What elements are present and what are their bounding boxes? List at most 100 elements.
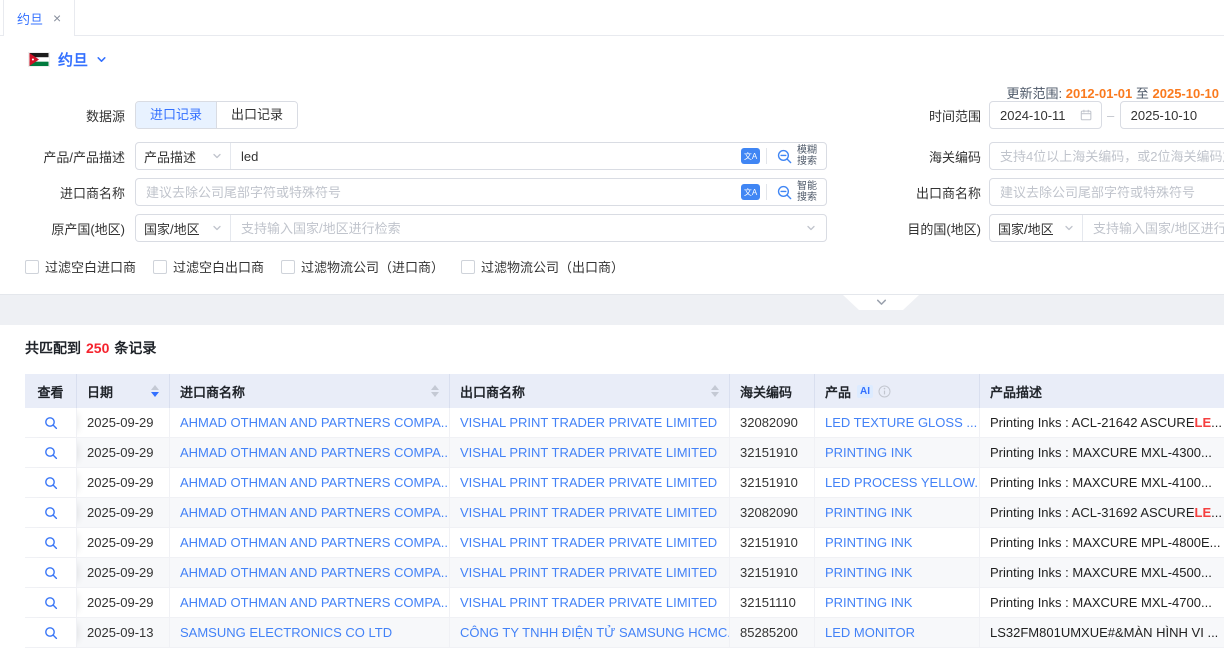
view-record-button[interactable] (25, 408, 77, 437)
sort-asc-icon[interactable] (711, 385, 719, 390)
checkbox-icon[interactable] (153, 260, 167, 274)
translate-icon[interactable]: 文A (741, 148, 760, 164)
sort-desc-icon[interactable] (431, 392, 439, 397)
exporter-input[interactable] (990, 179, 1224, 205)
table-row: 2025-09-29 AHMAD OTHMAN AND PARTNERS COM… (25, 408, 1224, 438)
sort-desc-icon[interactable] (151, 392, 159, 397)
description-text: Printing Inks : ACL-21642 ASCURE (990, 415, 1195, 430)
checkbox-filter-blank-exporter[interactable]: 过滤空白出口商 (153, 257, 264, 276)
column-header-date[interactable]: 日期 (77, 374, 170, 408)
checkbox-icon[interactable] (461, 260, 475, 274)
product-link[interactable]: LED TEXTURE GLOSS ... (815, 408, 980, 437)
hs-code-cell: 32151110 (730, 588, 815, 617)
product-link[interactable]: PRINTING INK (815, 558, 980, 587)
results-panel: 共匹配到250条记录 查看 日期 进口商名称 出口商名称 海关编码 (0, 325, 1224, 649)
product-link[interactable]: LED PROCESS YELLOW... (815, 468, 980, 497)
checkbox-filter-logistics-exporter[interactable]: 过滤物流公司（出口商） (461, 257, 624, 276)
hs-code-cell: 32082090 (730, 498, 815, 527)
export-records-tab[interactable]: 出口记录 (216, 102, 297, 128)
smart-search-line2: 搜索 (797, 192, 817, 204)
checkbox-icon[interactable] (25, 260, 39, 274)
date-start-input[interactable] (1000, 108, 1080, 123)
importer-link[interactable]: AHMAD OTHMAN AND PARTNERS COMPA... (170, 588, 450, 617)
description-cell: LS32FM801UMXUE#&MÀN HÌNH VI ... (980, 618, 1224, 647)
search-icon (44, 536, 58, 550)
importer-link[interactable]: AHMAD OTHMAN AND PARTNERS COMPA... (170, 438, 450, 467)
smart-search-button[interactable]: 智能搜索 (767, 179, 826, 205)
destination-input[interactable] (1083, 215, 1224, 241)
product-link[interactable]: LED MONITOR (815, 618, 980, 647)
exporter-link[interactable]: VISHAL PRINT TRADER PRIVATE LIMITED (450, 528, 730, 557)
product-keyword-input[interactable] (231, 143, 739, 169)
collapse-panel-handle[interactable] (843, 295, 919, 310)
sort-asc-icon[interactable] (151, 385, 159, 390)
description-highlight: LE (1195, 415, 1212, 430)
product-link[interactable]: PRINTING INK (815, 588, 980, 617)
exporter-link[interactable]: CÔNG TY TNHH ĐIỆN TỬ SAMSUNG HCMC... (450, 618, 730, 647)
date-cell: 2025-09-29 (77, 438, 170, 467)
origin-input[interactable] (231, 215, 806, 241)
view-record-button[interactable] (25, 498, 77, 527)
product-link[interactable]: PRINTING INK (815, 498, 980, 527)
origin-type-select[interactable]: 国家/地区 (136, 215, 231, 241)
info-icon[interactable] (878, 385, 891, 398)
chevron-down-icon[interactable] (806, 223, 816, 233)
checkbox-filter-blank-importer[interactable]: 过滤空白进口商 (25, 257, 136, 276)
exporter-link[interactable]: VISHAL PRINT TRADER PRIVATE LIMITED (450, 438, 730, 467)
import-records-tab[interactable]: 进口记录 (136, 102, 216, 128)
importer-link[interactable]: AHMAD OTHMAN AND PARTNERS COMPA... (170, 558, 450, 587)
exporter-link[interactable]: VISHAL PRINT TRADER PRIVATE LIMITED (450, 558, 730, 587)
view-record-button[interactable] (25, 558, 77, 587)
view-record-button[interactable] (25, 528, 77, 557)
search-icon (44, 476, 58, 490)
product-type-value: 产品描述 (144, 147, 196, 166)
tab-title: 约旦 (17, 9, 43, 28)
checkbox-label: 过滤物流公司（进口商） (301, 257, 444, 276)
view-record-button[interactable] (25, 618, 77, 647)
view-record-button[interactable] (25, 468, 77, 497)
product-link[interactable]: PRINTING INK (815, 438, 980, 467)
destination-field-group: 国家/地区 (989, 214, 1224, 242)
exporter-link[interactable]: VISHAL PRINT TRADER PRIVATE LIMITED (450, 498, 730, 527)
importer-link[interactable]: AHMAD OTHMAN AND PARTNERS COMPA... (170, 408, 450, 437)
sort-desc-icon[interactable] (711, 392, 719, 397)
sort-control-exporter[interactable] (705, 385, 719, 397)
importer-link[interactable]: AHMAD OTHMAN AND PARTNERS COMPA... (170, 468, 450, 497)
ai-badge: AI (857, 385, 873, 398)
importer-input[interactable] (136, 179, 739, 205)
destination-type-select[interactable]: 国家/地区 (990, 215, 1083, 241)
fuzzy-search-line2: 搜索 (797, 156, 817, 168)
tab-jordan[interactable]: 约旦 × (3, 0, 75, 36)
view-record-button[interactable] (25, 588, 77, 617)
translate-icon[interactable]: 文A (741, 184, 760, 200)
table-row: 2025-09-29 AHMAD OTHMAN AND PARTNERS COM… (25, 528, 1224, 558)
date-end-input[interactable] (1131, 108, 1221, 123)
exporter-link[interactable]: VISHAL PRINT TRADER PRIVATE LIMITED (450, 468, 730, 497)
sort-control-date[interactable] (145, 385, 159, 397)
hs-code-cell: 32151910 (730, 468, 815, 497)
product-type-select[interactable]: 产品描述 (136, 143, 231, 169)
exporter-link[interactable]: VISHAL PRINT TRADER PRIVATE LIMITED (450, 588, 730, 617)
checkbox-filter-logistics-importer[interactable]: 过滤物流公司（进口商） (281, 257, 444, 276)
date-cell: 2025-09-29 (77, 498, 170, 527)
date-end-field[interactable] (1120, 101, 1224, 129)
view-record-button[interactable] (25, 438, 77, 467)
table-row: 2025-09-29 AHMAD OTHMAN AND PARTNERS COM… (25, 468, 1224, 498)
importer-link[interactable]: AHMAD OTHMAN AND PARTNERS COMPA... (170, 528, 450, 557)
fuzzy-search-button[interactable]: 模糊搜索 (767, 143, 826, 169)
chevron-down-icon (212, 223, 222, 233)
close-icon[interactable]: × (53, 11, 61, 25)
date-start-field[interactable] (989, 101, 1102, 129)
sort-control-importer[interactable] (425, 385, 439, 397)
importer-link[interactable]: SAMSUNG ELECTRONICS CO LTD (170, 618, 450, 647)
importer-link[interactable]: AHMAD OTHMAN AND PARTNERS COMPA... (170, 498, 450, 527)
product-link[interactable]: PRINTING INK (815, 528, 980, 557)
column-header-importer[interactable]: 进口商名称 (170, 374, 450, 408)
hs-code-input[interactable] (990, 143, 1224, 169)
checkbox-icon[interactable] (281, 260, 295, 274)
sort-asc-icon[interactable] (431, 385, 439, 390)
exporter-link[interactable]: VISHAL PRINT TRADER PRIVATE LIMITED (450, 408, 730, 437)
country-selector[interactable]: 约旦 (28, 49, 107, 70)
search-icon (44, 626, 58, 640)
column-header-exporter[interactable]: 出口商名称 (450, 374, 730, 408)
